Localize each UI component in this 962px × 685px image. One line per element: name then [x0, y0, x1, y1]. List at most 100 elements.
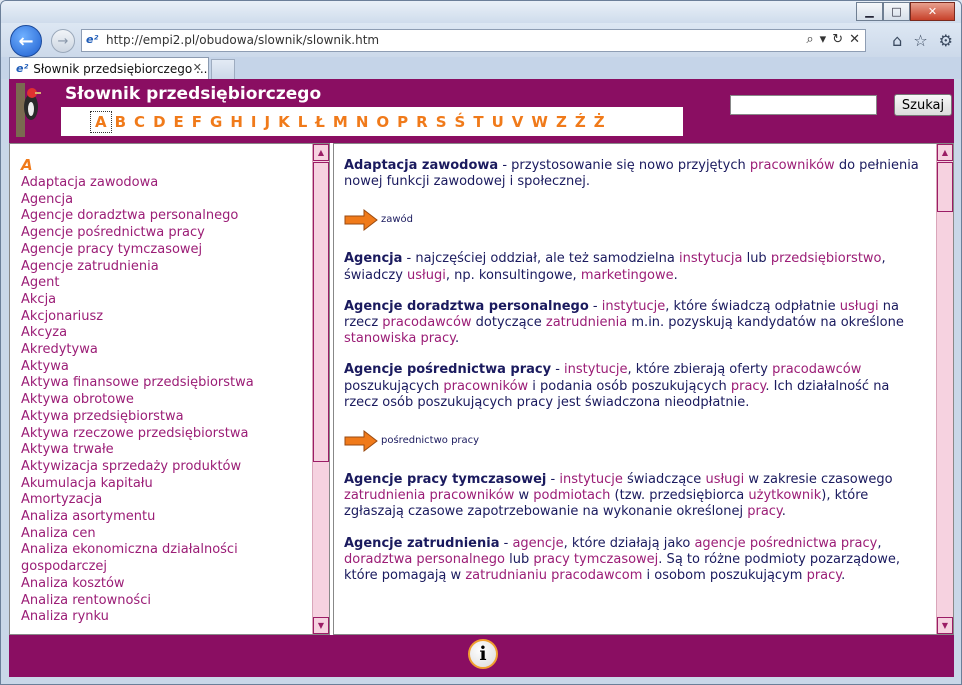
definition-link[interactable]: zatrudnienia — [546, 315, 627, 330]
definition-link[interactable]: pracodawców — [382, 315, 471, 330]
letter-link[interactable]: A — [90, 110, 112, 133]
definition-link[interactable]: pracy tymczasowej — [533, 552, 658, 567]
definition-link[interactable]: stanowiska pracy — [344, 331, 455, 346]
definition-link[interactable]: agencje pośrednictwa pracy — [694, 536, 877, 551]
letter-link[interactable]: T — [469, 112, 487, 132]
definition-link[interactable]: usługi — [407, 268, 446, 283]
letter-link[interactable]: O — [372, 112, 393, 132]
letter-link[interactable]: P — [393, 112, 412, 132]
definition-link[interactable]: pracowników — [443, 379, 528, 394]
definition-link[interactable]: pracowników — [750, 158, 835, 173]
search-input[interactable] — [730, 95, 877, 115]
term-link[interactable]: Adaptacja zawodowa — [21, 175, 306, 192]
term-link[interactable]: Akcjonariusz — [21, 309, 306, 326]
refresh-icon[interactable]: ↻ — [832, 32, 843, 47]
term-link[interactable]: Akredytywa — [21, 342, 306, 359]
definition-link[interactable]: agencje — [512, 536, 563, 551]
term-link[interactable]: Aktywa trwałe — [21, 442, 306, 459]
letter-link[interactable]: Ź — [571, 112, 590, 132]
letter-link[interactable]: Z — [552, 112, 571, 132]
letter-link[interactable]: L — [294, 112, 312, 132]
search-icon[interactable]: ⌕ — [806, 32, 813, 47]
scroll-thumb[interactable] — [937, 162, 953, 212]
term-link[interactable]: Analiza cen — [21, 526, 306, 543]
info-icon[interactable]: i — [468, 639, 498, 669]
term-link[interactable]: Analiza asortymentu — [21, 509, 306, 526]
term-link[interactable]: Aktywa finansowe przedsiębiorstwa — [21, 375, 306, 392]
definition-link[interactable]: usługi — [705, 472, 744, 487]
letter-link[interactable]: Ł — [311, 112, 329, 132]
scroll-down-icon[interactable]: ▼ — [313, 617, 329, 634]
definition-link[interactable]: pracy — [731, 379, 766, 394]
letter-link[interactable]: E — [170, 112, 188, 132]
maximize-button[interactable]: □ — [883, 2, 910, 21]
term-list-scrollbar[interactable]: ▲ ▼ — [312, 144, 329, 634]
definition-link[interactable]: pracodawcom — [551, 568, 642, 583]
term-link[interactable]: Analiza rentowności — [21, 593, 306, 610]
star-icon[interactable]: ☆ — [913, 31, 927, 50]
definition-scrollbar[interactable]: ▲ ▼ — [936, 144, 953, 634]
definition-link[interactable]: marketingowe — [581, 268, 674, 283]
see-also-label[interactable]: pośrednictwo pracy — [381, 433, 479, 449]
definition-link[interactable]: usługi — [840, 299, 879, 314]
letter-link[interactable]: I — [247, 112, 261, 132]
definition-link[interactable]: zatrudnienia — [344, 488, 425, 503]
minimize-button[interactable]: ▁ — [856, 2, 883, 21]
term-link[interactable]: Akcja — [21, 292, 306, 309]
gear-icon[interactable]: ⚙ — [939, 31, 953, 50]
definition-link[interactable]: instytucja — [679, 251, 742, 266]
definition-link[interactable]: zatrudnianiu — [465, 568, 547, 583]
letter-link[interactable]: B — [111, 112, 130, 132]
scroll-up-icon[interactable]: ▲ — [313, 144, 329, 161]
term-link[interactable]: Agencje pośrednictwa pracy — [21, 225, 306, 242]
new-tab-button[interactable] — [211, 59, 235, 79]
letter-link[interactable]: J — [260, 112, 274, 132]
definition-link[interactable]: instytucje — [559, 472, 623, 487]
close-button[interactable]: ✕ — [910, 2, 955, 21]
search-button[interactable]: Szukaj — [894, 94, 952, 116]
definition-pane[interactable]: Adaptacja zawodowa - przystosowanie się … — [333, 143, 954, 635]
see-also-link[interactable]: zawód — [344, 205, 922, 235]
term-link[interactable]: Agencje zatrudnienia — [21, 259, 306, 276]
scroll-down-icon[interactable]: ▼ — [937, 617, 953, 634]
home-icon[interactable]: ⌂ — [892, 31, 902, 50]
letter-link[interactable]: C — [130, 112, 149, 132]
definition-link[interactable]: instytucje — [564, 362, 628, 377]
definition-link[interactable]: podmiotach — [533, 488, 610, 503]
definition-link[interactable]: przedsiębiorstwo — [771, 251, 882, 266]
term-link[interactable]: Agencja — [21, 192, 306, 209]
letter-link[interactable]: D — [149, 112, 169, 132]
term-link[interactable]: Analiza kosztów — [21, 576, 306, 593]
address-url[interactable]: http://empi2.pl/obudowa/slownik/slownik.… — [106, 33, 379, 47]
scroll-up-icon[interactable]: ▲ — [937, 144, 953, 161]
term-link[interactable]: Agent — [21, 275, 306, 292]
term-link[interactable]: Aktywa — [21, 359, 306, 376]
letter-link[interactable]: K — [274, 112, 294, 132]
letter-link[interactable]: U — [488, 112, 508, 132]
letter-link[interactable]: F — [188, 112, 206, 132]
term-link[interactable]: Amortyzacja — [21, 492, 306, 509]
letter-link[interactable]: R — [412, 112, 432, 132]
letter-link[interactable]: M — [329, 112, 352, 132]
dropdown-icon[interactable]: ▾ — [820, 32, 827, 47]
forward-button[interactable]: → — [51, 29, 75, 53]
see-also-link[interactable]: pośrednictwo pracy — [344, 426, 922, 456]
term-link[interactable]: Agencje doradztwa personalnego — [21, 208, 306, 225]
letter-link[interactable]: W — [527, 112, 552, 132]
term-link[interactable]: Aktywa przedsiębiorstwa — [21, 409, 306, 426]
term-list-pane[interactable]: A Adaptacja zawodowa Agencja Agencje dorad… — [9, 143, 330, 635]
term-link[interactable]: Aktywa obrotowe — [21, 392, 306, 409]
letter-link[interactable]: N — [352, 112, 373, 132]
scroll-thumb[interactable] — [313, 162, 329, 462]
stop-icon[interactable]: ✕ — [849, 32, 860, 47]
term-link[interactable]: Aktywizacja sprzedaży produktów — [21, 459, 306, 476]
letter-link[interactable]: H — [226, 112, 247, 132]
tab-active[interactable]: e² Słownik przedsiębiorczego ... ✕ — [9, 57, 209, 79]
term-link[interactable]: Aktywa rzeczowe przedsiębiorstwa — [21, 426, 306, 443]
term-link[interactable]: Analiza rynku — [21, 609, 306, 626]
term-link[interactable]: Agencje pracy tymczasowej — [21, 242, 306, 259]
address-bar[interactable]: e² http://empi2.pl/obudowa/slownik/slown… — [81, 29, 866, 52]
back-button[interactable]: ← — [10, 25, 42, 57]
see-also-label[interactable]: zawód — [381, 212, 413, 228]
definition-link[interactable]: użytkownik — [748, 488, 821, 503]
